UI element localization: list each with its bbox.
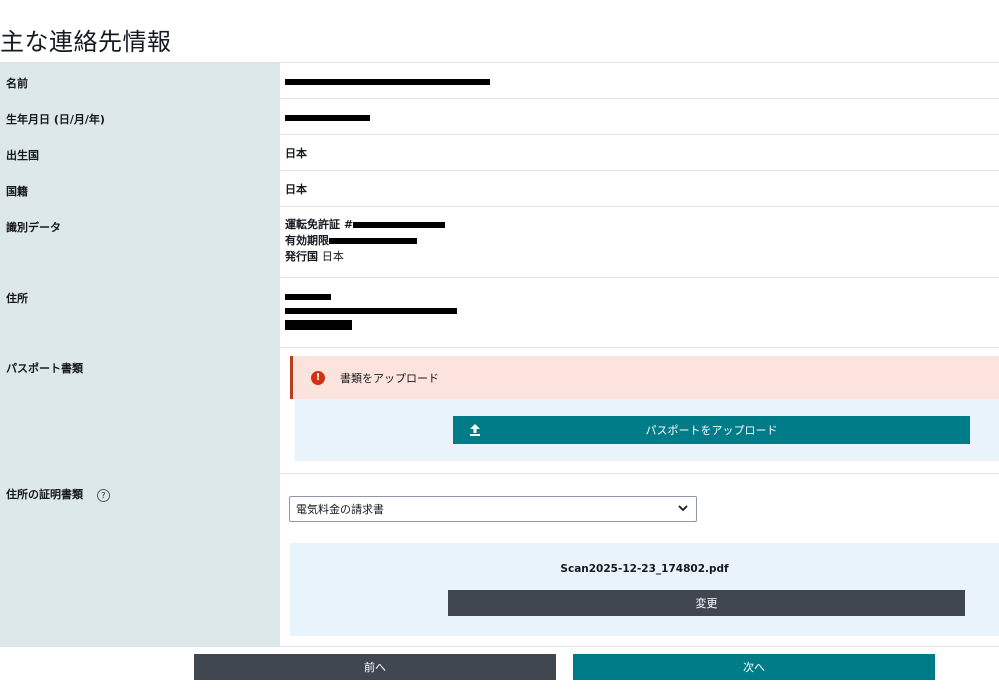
contact-info-table: 名前 生年月日 (日/月/年) 出生国 日本 国籍 日本 識別データ 運転免許証… (0, 62, 999, 647)
dob-label: 生年月日 (日/月/年) (0, 99, 280, 134)
name-label: 名前 (0, 63, 280, 98)
change-file-label: 変更 (695, 597, 718, 610)
prev-label: 前へ (364, 661, 386, 674)
upload-passport-button[interactable]: パスポートをアップロード (453, 416, 970, 444)
row-address-proof: 住所の証明書類 ? 電気料金の請求書 Scan2025-12-23_174802… (0, 473, 999, 647)
redacted-address-line2 (285, 308, 457, 314)
upload-passport-label: パスポートをアップロード (645, 424, 778, 437)
redacted-address-line1 (285, 294, 331, 300)
next-label: 次へ (743, 661, 765, 674)
expiry-label: 有効期限 (285, 234, 329, 247)
row-name: 名前 (0, 62, 999, 98)
question-circle-icon[interactable]: ? (96, 488, 110, 502)
issuing-country-line: 発行国 日本 (285, 249, 994, 265)
dob-value (280, 99, 999, 134)
id-data-label: 識別データ (0, 207, 280, 277)
license-label: 運転免許証 # (285, 218, 354, 231)
expiry-line: 有効期限 (285, 233, 994, 249)
upload-required-alert: ! 書類をアップロード (290, 356, 999, 399)
upload-arrow-icon (470, 424, 480, 436)
row-birth-country: 出生国 日本 (0, 134, 999, 170)
nationality-label: 国籍 (0, 171, 280, 206)
row-dob: 生年月日 (日/月/年) (0, 98, 999, 134)
page-title: 主な連絡先情報 (0, 28, 172, 56)
address-value (280, 278, 999, 347)
selected-option: 電気料金の請求書 (296, 503, 384, 516)
row-nationality: 国籍 日本 (0, 170, 999, 206)
alert-text: 書類をアップロード (340, 371, 439, 385)
redacted-address-line3 (285, 320, 352, 330)
row-id-data: 識別データ 運転免許証 # 有効期限 発行国 日本 (0, 206, 999, 277)
passport-label: パスポート書類 (0, 348, 280, 473)
redacted-dob (285, 115, 370, 121)
next-button[interactable]: 次へ (573, 654, 935, 680)
address-label: 住所 (0, 278, 280, 347)
address-proof-value: 電気料金の請求書 Scan2025-12-23_174802.pdf 変更 (280, 474, 999, 646)
redacted-name (285, 79, 490, 85)
address-proof-label: 住所の証明書類 (6, 488, 83, 501)
id-data-value: 運転免許証 # 有効期限 発行国 日本 (280, 207, 999, 277)
redacted-expiry (329, 238, 417, 244)
birth-country-value: 日本 (285, 147, 307, 160)
row-passport: パスポート書類 ! 書類をアップロード パスポートをアップロード (0, 347, 999, 473)
prev-button[interactable]: 前へ (194, 654, 556, 680)
address-proof-type-select[interactable]: 電気料金の請求書 (289, 496, 697, 522)
passport-value: ! 書類をアップロード パスポートをアップロード (280, 348, 999, 473)
uploaded-file-panel: Scan2025-12-23_174802.pdf 変更 (290, 543, 999, 636)
nationality-value: 日本 (285, 183, 307, 196)
name-value (280, 63, 999, 98)
license-line: 運転免許証 # (285, 217, 994, 233)
redacted-license-number (353, 222, 446, 228)
birth-country-label: 出生国 (0, 135, 280, 170)
change-file-button[interactable]: 変更 (448, 590, 965, 616)
chevron-down-icon (678, 505, 688, 512)
issuing-country-label: 発行国 (285, 250, 318, 263)
issuing-country-value: 日本 (321, 250, 344, 263)
address-proof-label-cell: 住所の証明書類 ? (0, 474, 280, 646)
exclamation-circle-icon: ! (311, 370, 325, 385)
row-address: 住所 (0, 277, 999, 347)
passport-upload-area: パスポートをアップロード (295, 399, 999, 461)
uploaded-file-name: Scan2025-12-23_174802.pdf (560, 563, 729, 575)
